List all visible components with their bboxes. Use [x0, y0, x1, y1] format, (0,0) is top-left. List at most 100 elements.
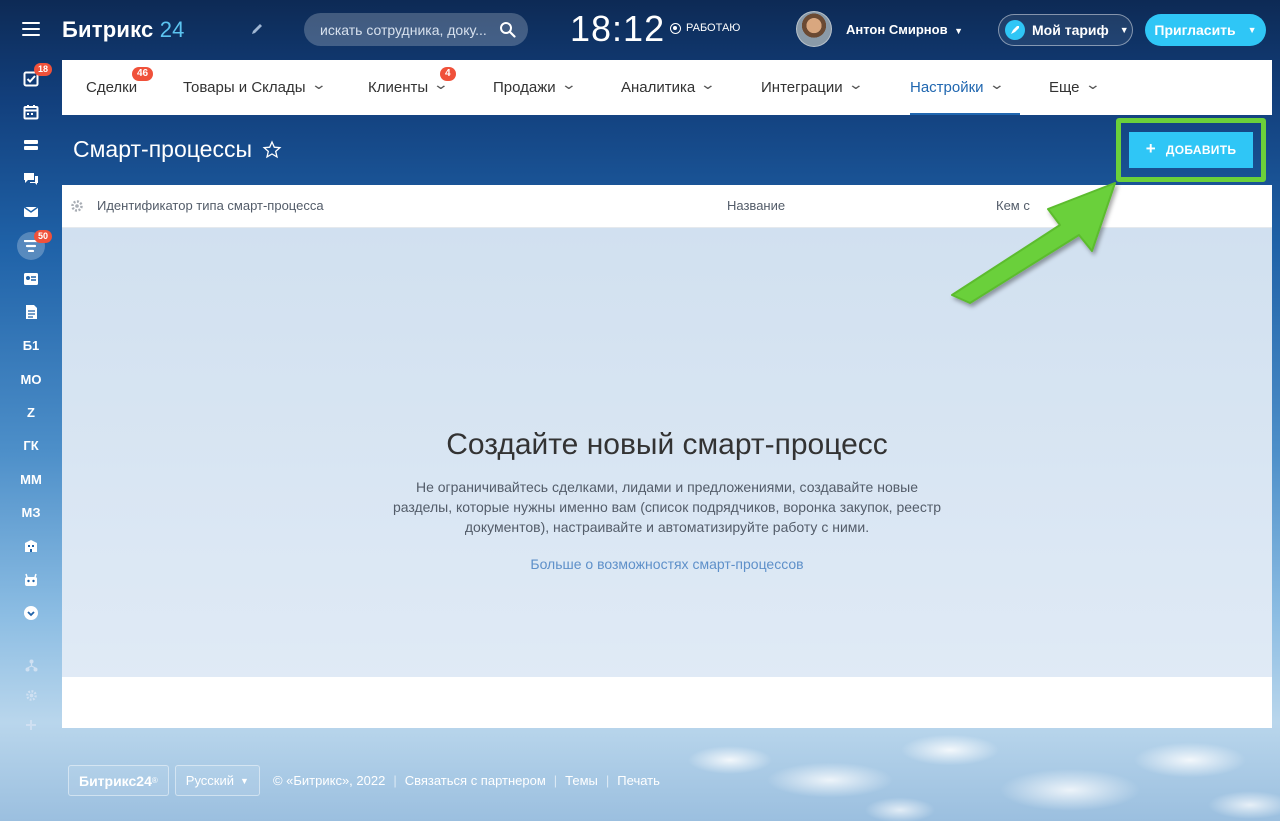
grid-settings-gear-icon[interactable]	[70, 199, 84, 213]
tab-7[interactable]: Еще ⌄	[1049, 60, 1101, 115]
column-header-type-id[interactable]: Идентификатор типа смарт-процесса	[97, 198, 324, 213]
tab-4[interactable]: Аналитика ⌄	[621, 60, 717, 115]
user-name: Антон Смирнов	[846, 21, 948, 37]
contact-center-icon	[23, 272, 39, 286]
avatar[interactable]	[796, 11, 832, 47]
counter-badge: 4	[440, 67, 456, 81]
robot-icon	[23, 573, 39, 587]
sidebar-item-chat[interactable]	[0, 162, 62, 195]
copyright: © «Битрикс», 2022	[272, 773, 386, 788]
sidebar-item-label: ММ	[20, 471, 42, 487]
edit-pencil-icon[interactable]	[250, 22, 264, 36]
tab-label: Еще	[1049, 79, 1080, 96]
add-button[interactable]: + ДОБАВИТЬ	[1129, 132, 1253, 168]
chevron-down-icon: ⌄	[988, 76, 1005, 92]
footer-link-print[interactable]: Печать	[617, 773, 660, 788]
star-icon[interactable]	[262, 139, 282, 160]
counter-badge: 50	[34, 229, 53, 243]
tab-2[interactable]: Клиенты ⌄ 4	[368, 60, 456, 115]
sidebar-item-group-9[interactable]: МО	[0, 363, 62, 396]
empty-state-text: Не ограничивайтесь сделками, лидами и пр…	[392, 479, 942, 535]
sidebar-item-robot[interactable]	[0, 563, 62, 596]
grid-header: Идентификатор типа смарт-процесса Назван…	[62, 185, 1272, 228]
counter-badge: 46	[132, 67, 154, 81]
footer-separator: |	[393, 773, 397, 788]
sidebar-item-group-8[interactable]: Б1	[0, 329, 62, 362]
footer-link-partner[interactable]: Связаться с партнером	[405, 773, 546, 788]
language-label: Русский	[185, 773, 235, 788]
menu-burger-icon[interactable]	[22, 22, 40, 38]
rocket-icon	[1005, 20, 1025, 40]
clock[interactable]: 18:12	[570, 8, 665, 50]
search-input[interactable]	[320, 13, 495, 46]
learn-more-link-text[interactable]: Больше о возможностях смарт-процессов	[530, 556, 803, 572]
add-plus-icon[interactable]	[0, 710, 62, 740]
settings-gear-icon[interactable]	[0, 680, 62, 710]
chevron-down-icon: ⌄	[847, 76, 864, 92]
sidebar-item-document[interactable]	[0, 296, 62, 329]
tab-5[interactable]: Интеграции ⌄	[761, 60, 864, 115]
drive-icon	[23, 138, 39, 152]
footer-logo[interactable]: Битрикс24 ®	[68, 765, 169, 796]
empty-state-learn-more-link[interactable]: Больше о возможностях смарт-процессов	[62, 556, 1272, 572]
sidebar-item-mail[interactable]	[0, 196, 62, 229]
chevron-down-icon: ▼	[1119, 25, 1129, 35]
tariff-label: Мой тариф	[1032, 22, 1109, 38]
top-header: Битрикс 24 18:12 РАБОТАЮ Антон Смирнов ▼…	[62, 0, 1280, 60]
calendar-icon	[23, 105, 39, 120]
sidebar-item-drive[interactable]	[0, 129, 62, 162]
footer-separator: |	[605, 773, 610, 788]
sidebar-item-label: МЗ	[21, 505, 41, 521]
document-icon	[23, 305, 39, 320]
work-status[interactable]: РАБОТАЮ	[670, 22, 740, 34]
sidebar-item-label: МО	[20, 371, 42, 387]
sidebar-item-company[interactable]	[0, 529, 62, 562]
footer-logo-text: Битрикс24	[79, 772, 152, 789]
sidebar-item-group-13[interactable]: МЗ	[0, 496, 62, 529]
chevron-down-icon: ⌄	[310, 76, 327, 92]
chevron-down-icon: ⌄	[1084, 76, 1101, 92]
chevron-down-icon: ⌄	[699, 76, 717, 92]
column-header-created-by[interactable]: Кем с	[996, 198, 1030, 213]
language-selector[interactable]: Русский ▼	[174, 765, 260, 796]
sidebar-bottom	[0, 650, 62, 740]
sidebar-item-group-11[interactable]: ГК	[0, 429, 62, 462]
smart-process-grid: Идентификатор типа смарт-процесса Назван…	[62, 185, 1272, 728]
sidebar-item-contact-center[interactable]	[0, 262, 62, 295]
footer-link-themes[interactable]: Темы	[565, 773, 598, 788]
tab-0[interactable]: Сделки 46	[86, 60, 154, 115]
search-box[interactable]	[304, 13, 528, 46]
page-title: Смарт-процессы	[73, 136, 252, 162]
sidebar-item-tasks[interactable]: 18	[0, 62, 62, 95]
chevron-down-icon: ⌄	[560, 76, 577, 92]
tab-label: Продажи	[493, 79, 556, 96]
sidebar-item-group-12[interactable]: ММ	[0, 463, 62, 496]
bitrix24-logo[interactable]: Битрикс 24	[62, 17, 185, 43]
company-icon	[23, 539, 39, 553]
sitemap-icon[interactable]	[0, 650, 62, 680]
tab-3[interactable]: Продажи ⌄	[493, 60, 577, 115]
sidebar-item-calendar[interactable]	[0, 95, 62, 128]
user-menu[interactable]: Антон Смирнов ▼	[796, 11, 963, 47]
sidebar-item-crm-funnel[interactable]: 50	[0, 229, 62, 262]
crm-nav-tabs: Сделки 46 Товары и Склады ⌄ Клиенты ⌄ 4 Продажи…	[62, 60, 1272, 115]
chat-icon	[23, 172, 39, 186]
tab-1[interactable]: Товары и Склады ⌄	[183, 60, 327, 115]
sidebar-item-group-10[interactable]: Z	[0, 396, 62, 429]
sidebar-item-more[interactable]	[0, 596, 62, 629]
page-title-row: Смарт-процессы	[73, 136, 282, 163]
registered-mark-icon: ®	[151, 776, 158, 785]
column-header-name[interactable]: Название	[727, 198, 785, 213]
tab-label: Товары и Склады	[183, 79, 306, 96]
grid-footer	[62, 677, 1272, 728]
invite-button[interactable]: Пригласить ▼	[1145, 14, 1266, 46]
tab-label: Сделки	[86, 79, 138, 96]
my-tariff-button[interactable]: Мой тариф ▼	[998, 14, 1133, 46]
logo-number: 24	[159, 17, 185, 42]
search-icon[interactable]	[499, 21, 516, 38]
tab-6[interactable]: Настройки ⌄	[910, 60, 1021, 115]
chevron-down-icon: ▼	[951, 25, 963, 36]
sidebar-item-label: Z	[27, 405, 35, 421]
mail-icon	[23, 205, 39, 219]
counter-badge: 18	[34, 63, 53, 76]
